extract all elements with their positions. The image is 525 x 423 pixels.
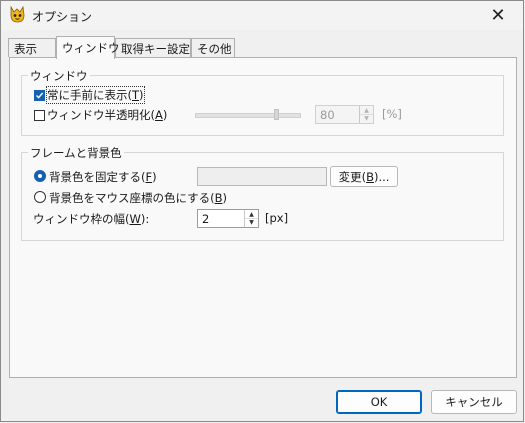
tab-key-settings[interactable]: 取得キー設定: [115, 38, 191, 57]
always-on-top-label[interactable]: 常に手前に表示(T): [46, 86, 145, 104]
tab-panel: ウィンドウ 常に手前に表示(T) ウィンドウ半透明化(A) 80 ▲ ▼ [%]…: [9, 57, 517, 378]
fixed-bg-label[interactable]: 背景色を固定する(F): [49, 169, 157, 185]
frame-group-title: フレームと背景色: [28, 145, 124, 161]
opacity-unit: [%]: [382, 107, 402, 121]
tab-display[interactable]: 表示: [8, 38, 56, 57]
window-group: ウィンドウ 常に手前に表示(T) ウィンドウ半透明化(A) 80 ▲ ▼ [%]: [21, 68, 504, 136]
bg-color-preview: [197, 167, 327, 186]
title-bar: オプション ✕: [1, 1, 523, 30]
tab-display-label: 表示: [14, 42, 37, 56]
frame-width-spin-buttons: ▲ ▼: [244, 210, 258, 227]
tab-key-settings-label: 取得キー設定: [121, 42, 190, 56]
tab-window[interactable]: ウィンドウ: [56, 36, 120, 59]
spin-down-icon[interactable]: ▼: [360, 114, 373, 122]
close-button[interactable]: ✕: [475, 1, 521, 30]
frame-width-value[interactable]: 2: [202, 212, 209, 226]
opacity-value[interactable]: 80: [320, 108, 335, 122]
tab-window-label: ウィンドウ: [62, 41, 120, 55]
app-logo-icon: [10, 6, 25, 23]
frame-group: フレームと背景色 背景色を固定する(F) 変更(B)... 背景色をマウス座標の…: [21, 145, 504, 241]
translucent-label[interactable]: ウィンドウ半透明化(A): [47, 107, 167, 123]
tab-other[interactable]: その他: [191, 38, 235, 57]
frame-width-label: ウィンドウ枠の幅(W):: [33, 212, 150, 226]
mouse-color-label[interactable]: 背景色をマウス座標の色にする(B): [49, 190, 227, 206]
fixed-bg-radio[interactable]: [34, 170, 46, 182]
opacity-spinner[interactable]: 80 ▲ ▼: [315, 105, 374, 124]
spin-down-icon[interactable]: ▼: [245, 218, 258, 226]
change-color-button[interactable]: 変更(B)...: [330, 166, 398, 187]
always-on-top-checkbox[interactable]: [34, 90, 45, 101]
cancel-button[interactable]: キャンセル: [431, 390, 517, 414]
ok-button[interactable]: OK: [336, 390, 422, 414]
options-dialog: オプション ✕ 表示 ウィンドウ 取得キー設定 その他 ウィンドウ 常に手前に表…: [0, 0, 524, 422]
mouse-color-radio[interactable]: [34, 191, 46, 203]
check-icon: [36, 92, 44, 99]
window-title: オプション: [32, 10, 93, 24]
opacity-slider-track[interactable]: [195, 113, 301, 118]
window-group-title: ウィンドウ: [28, 68, 90, 84]
translucent-checkbox[interactable]: [34, 110, 45, 121]
frame-width-unit: [px]: [265, 211, 289, 225]
frame-width-spinner[interactable]: 2 ▲ ▼: [197, 209, 259, 228]
opacity-slider-thumb[interactable]: [274, 109, 279, 120]
opacity-spin-buttons: ▲ ▼: [359, 106, 373, 123]
tab-other-label: その他: [197, 42, 232, 56]
ok-label: OK: [370, 395, 388, 409]
close-icon: ✕: [490, 5, 506, 26]
cancel-label: キャンセル: [445, 395, 503, 409]
